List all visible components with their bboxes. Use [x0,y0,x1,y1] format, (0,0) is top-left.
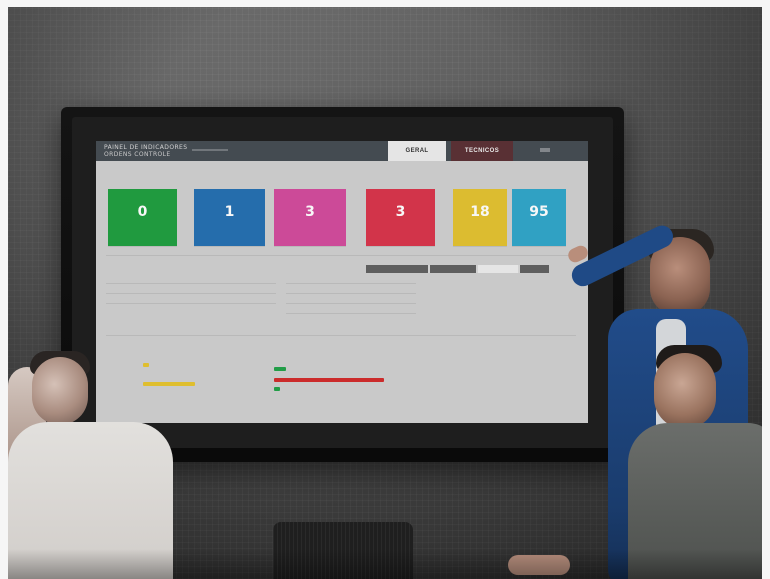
mid-divider [106,255,576,256]
mid-list-line-2 [106,293,276,294]
kpi-tile-5: 18 [453,189,507,246]
dashboard-header: PAINEL DE INDICADORES ORDENS CONTROLE GE… [96,141,588,161]
mid-list-line-7 [286,313,416,314]
kpi-tile-2: 1 [194,189,265,246]
dashboard-title-line-2: ORDENS CONTROLE [104,151,171,158]
filter-pill-3[interactable] [478,265,518,273]
kpi-tile-6: 95 [512,189,566,246]
mid-list-line-1 [106,283,276,284]
header-right-mark [540,148,550,152]
bottom-label-2 [314,341,315,346]
section-label-4 [491,167,492,172]
kpi-tile-4-value: 3 [395,204,406,220]
mid-label-1 [144,263,145,268]
bar-green-1 [274,367,286,371]
tab-tecnicos[interactable]: TECNICOS [451,141,513,161]
kpi-tile-1-value: 0 [137,204,148,220]
bottom-label-3 [466,341,467,346]
attendee-right [598,337,762,579]
kpi-tile-4: 3 [366,189,435,246]
section-label-1 [128,167,129,172]
kpi-tile-3-value: 3 [305,204,315,220]
attendee-right-head [654,353,716,429]
meeting-photo: PAINEL DE INDICADORES ORDENS CONTROLE GE… [8,7,762,579]
bar-green-2 [274,387,280,391]
section-label-2 [246,167,247,172]
tab-geral[interactable]: GERAL [388,141,446,161]
section-label-3 [371,167,372,172]
mid-label-2 [258,263,259,268]
kpi-tile-5-value: 18 [470,204,490,220]
dashboard-title-line-1: PAINEL DE INDICADORES [104,144,188,151]
attendee-left-head [32,357,88,425]
filter-pill-1[interactable] [366,265,428,273]
mid-list-line-6 [286,303,416,304]
kpi-tile-2-value: 1 [224,204,235,220]
kpi-tile-6-value: 95 [529,204,549,220]
mid-list-line-5 [286,293,416,294]
filter-pills [366,265,549,273]
kpi-tile-3: 3 [274,189,346,246]
dashboard-title: PAINEL DE INDICADORES ORDENS CONTROLE [104,144,189,158]
attendee-left [8,307,178,579]
mid-list-line-4 [286,283,416,284]
bottom-shadow [8,549,762,579]
kpi-tile-1: 0 [108,189,177,246]
header-status-dots [192,149,228,151]
bar-red [274,378,384,382]
mid-list-line-3 [106,303,276,304]
kpi-tiles: 0 1 3 3 18 95 [96,161,588,246]
filter-pill-4[interactable] [520,265,549,273]
filter-pill-2[interactable] [430,265,476,273]
